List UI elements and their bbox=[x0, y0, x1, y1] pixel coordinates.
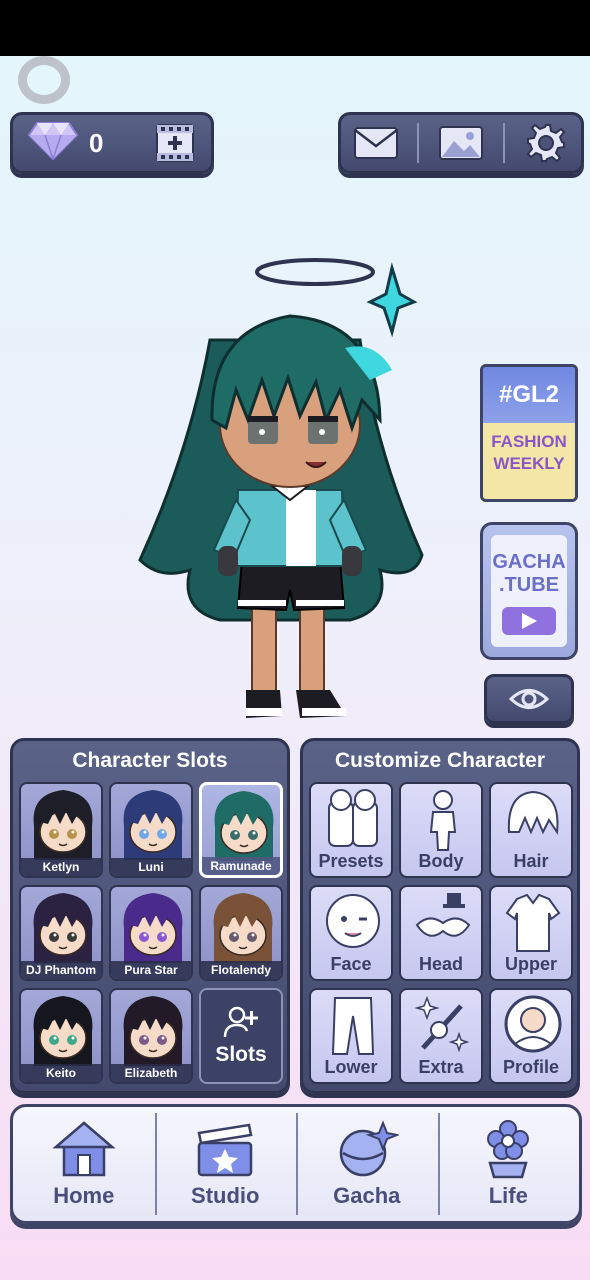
nav-life[interactable]: Life bbox=[437, 1107, 580, 1221]
customize-label: Presets bbox=[318, 851, 384, 871]
nav-label: Gacha bbox=[333, 1183, 401, 1208]
customize-label: Profile bbox=[502, 1057, 559, 1077]
film-plus-icon[interactable] bbox=[153, 121, 197, 165]
customize-label: Lower bbox=[324, 1057, 378, 1077]
character-slot[interactable]: DJ Phantom bbox=[19, 885, 103, 981]
customize-extra-button[interactable]: Extra bbox=[399, 988, 483, 1084]
slot-name: DJ Phantom bbox=[21, 961, 101, 979]
fashion-weekly-promo[interactable]: #GL2 FASHION WEEKLY bbox=[480, 364, 578, 502]
customize-face-button[interactable]: Face bbox=[309, 885, 393, 981]
presets-icon bbox=[328, 789, 378, 847]
character-slot[interactable]: Flotalendy bbox=[199, 885, 283, 981]
add-user-icon bbox=[223, 1006, 258, 1038]
divider bbox=[502, 123, 505, 163]
hair-icon bbox=[507, 790, 559, 835]
eye-icon[interactable] bbox=[484, 674, 574, 724]
slot-name: Pura Star bbox=[111, 961, 191, 979]
fashion-label: FASHION bbox=[491, 432, 567, 451]
chibi-avatar bbox=[33, 996, 93, 1066]
body-icon bbox=[429, 790, 457, 851]
slot-name: Ramunade bbox=[202, 857, 280, 875]
house-icon bbox=[52, 1121, 116, 1177]
slot-name: Keito bbox=[21, 1064, 101, 1082]
weekly-label: WEEKLY bbox=[493, 454, 565, 473]
nav-gacha[interactable]: Gacha bbox=[296, 1107, 438, 1221]
flower-icon bbox=[487, 1120, 530, 1179]
nav-label: Life bbox=[488, 1183, 528, 1208]
customize-label: Extra bbox=[418, 1057, 464, 1077]
floating-touch-indicator[interactable] bbox=[18, 56, 70, 104]
character-slot[interactable]: Luni bbox=[109, 782, 193, 878]
gl2-tag: #GL2 bbox=[483, 367, 575, 423]
slot-name: Flotalendy bbox=[201, 961, 281, 979]
customize-label: Body bbox=[418, 851, 464, 871]
diamond-icon bbox=[27, 121, 79, 166]
customize-label: Hair bbox=[513, 851, 549, 871]
character-slot[interactable]: Ramunade bbox=[199, 782, 283, 878]
gem-count: 0 bbox=[89, 127, 104, 158]
slot-grid: Ketlyn Luni Ramunade DJ Phantom Pura Star Flo… bbox=[13, 779, 287, 1087]
mail-icon[interactable] bbox=[348, 118, 404, 168]
customize-character-title: Customize Character bbox=[334, 749, 546, 772]
customize-head-button[interactable]: Head bbox=[399, 885, 483, 981]
chibi-avatar bbox=[214, 791, 274, 861]
character-slot[interactable]: Elizabeth bbox=[109, 988, 193, 1084]
customize-label: Head bbox=[418, 954, 463, 974]
nav-label: Home bbox=[53, 1183, 115, 1208]
customize-presets-button[interactable]: Presets bbox=[309, 782, 393, 878]
add-slots-button[interactable]: Slots bbox=[199, 988, 283, 1084]
head-accessory-icon bbox=[415, 893, 471, 937]
sparkle-wand-icon bbox=[414, 995, 470, 1053]
customize-character-panel: Customize Character Presets Body Hair Face H… bbox=[300, 738, 580, 1094]
customize-label: Upper bbox=[504, 954, 557, 974]
image-icon[interactable] bbox=[433, 118, 489, 168]
customize-hair-button[interactable]: Hair bbox=[489, 782, 573, 878]
clapperboard-icon bbox=[197, 1123, 253, 1177]
nav-home[interactable]: Home bbox=[13, 1107, 155, 1221]
character-slot[interactable]: Keito bbox=[19, 988, 103, 1084]
profile-icon bbox=[504, 995, 562, 1053]
character-slots-title: Character Slots bbox=[72, 749, 228, 772]
customize-body-button[interactable]: Body bbox=[399, 782, 483, 878]
status-bar bbox=[0, 0, 590, 56]
gear-icon[interactable] bbox=[518, 118, 574, 168]
shirt-icon bbox=[505, 893, 561, 952]
chibi-avatar bbox=[33, 790, 93, 860]
nav-studio[interactable]: Studio bbox=[154, 1107, 297, 1221]
customize-upper-button[interactable]: Upper bbox=[489, 885, 573, 981]
customize-label: Face bbox=[330, 954, 372, 974]
character-slots-panel: Character Slots Ketlyn Luni Ramunade DJ Pha… bbox=[10, 738, 290, 1094]
gacha-tube-promo[interactable]: GACHA .TUBE bbox=[480, 522, 578, 660]
gacha-tube-line2: .TUBE bbox=[499, 574, 559, 596]
customize-lower-button[interactable]: Lower bbox=[309, 988, 393, 1084]
add-slots-label: Slots bbox=[215, 1043, 267, 1066]
chibi-avatar bbox=[123, 996, 183, 1066]
slot-name: Luni bbox=[111, 858, 191, 876]
chibi-avatar bbox=[123, 790, 183, 860]
chibi-avatar bbox=[213, 893, 273, 963]
gem-counter: 0 bbox=[10, 112, 214, 174]
chibi-avatar bbox=[33, 893, 93, 963]
divider bbox=[417, 123, 420, 163]
customize-profile-button[interactable]: Profile bbox=[489, 988, 573, 1084]
bottom-nav: Home Studio Gacha Life bbox=[10, 1104, 582, 1224]
customize-grid: Presets Body Hair Face Head Upper Lower Extra Pr… bbox=[303, 779, 577, 1087]
slot-name: Elizabeth bbox=[111, 1064, 191, 1082]
top-action-bar bbox=[338, 112, 584, 174]
character-preview[interactable] bbox=[130, 250, 430, 730]
pants-icon bbox=[331, 997, 375, 1055]
character-slot[interactable]: Ketlyn bbox=[19, 782, 103, 878]
gacha-tube-line1: GACHA bbox=[492, 551, 566, 573]
nav-label: Studio bbox=[191, 1183, 260, 1208]
character-slot[interactable]: Pura Star bbox=[109, 885, 193, 981]
gacha-orb-icon bbox=[339, 1120, 399, 1177]
face-icon bbox=[326, 894, 380, 948]
slot-name: Ketlyn bbox=[21, 858, 101, 876]
chibi-avatar bbox=[123, 893, 183, 963]
play-icon bbox=[502, 607, 556, 635]
